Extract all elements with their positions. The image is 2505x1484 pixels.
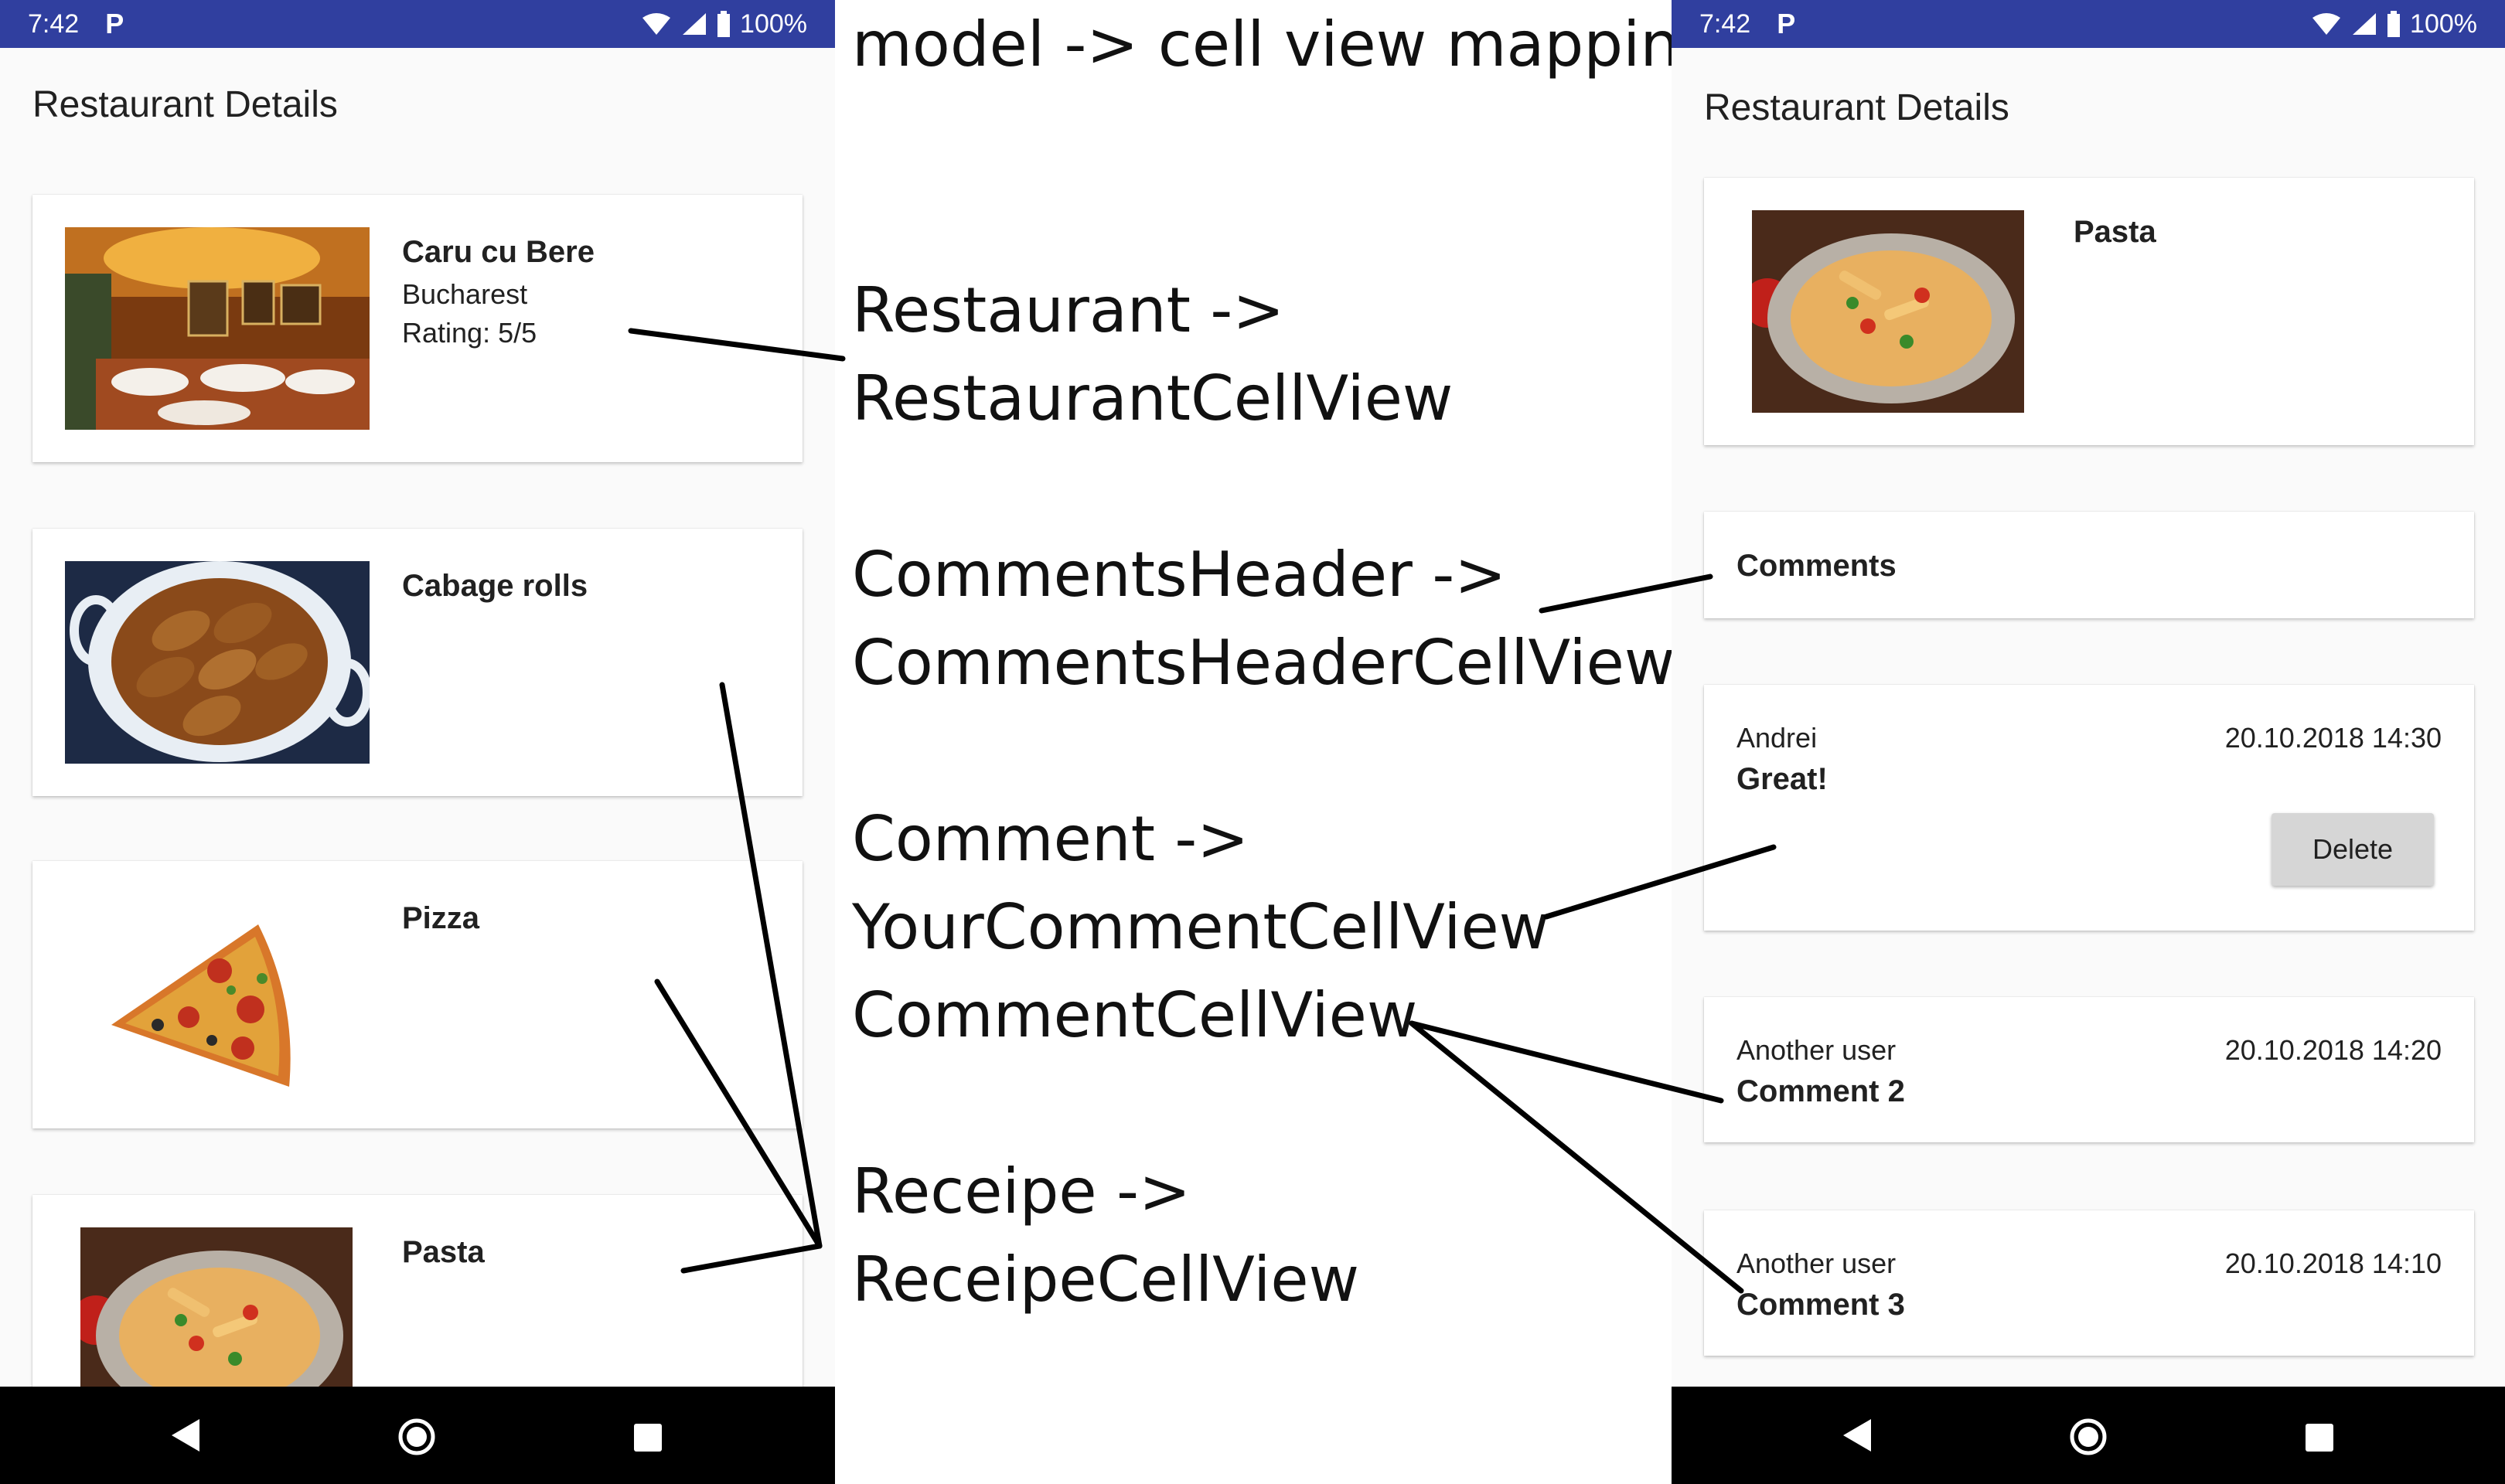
restaurant-card[interactable]: Caru cu Bere Bucharest Rating: 5/5: [32, 195, 803, 462]
annotation-receipe-cellview: ReceipeCellView: [852, 1244, 1360, 1316]
comments-header-card: Comments: [1704, 512, 2474, 618]
comment-card: Another user Comment 2 20.10.2018 14:20: [1704, 997, 2474, 1142]
comment-author: Andrei: [1736, 722, 1818, 754]
comment-text: Comment 3: [1736, 1288, 1905, 1322]
recents-icon[interactable]: [2304, 1422, 2335, 1457]
receipe-name: Pasta: [2074, 215, 2156, 249]
comment-author: Another user: [1736, 1247, 1897, 1279]
back-icon[interactable]: [169, 1418, 203, 1457]
recents-icon[interactable]: [632, 1422, 663, 1457]
comment-text: Great!: [1736, 762, 1828, 796]
comment-date: 20.10.2018 14:30: [2224, 722, 2442, 754]
battery-percent: 100%: [740, 9, 807, 39]
restaurant-image: [65, 227, 370, 430]
signal-icon: [2351, 12, 2377, 36]
right-phone-screen: 7:42 P 100% Restaurant Details Pasta Com…: [1672, 0, 2505, 1484]
left-phone-screen: 7:42 P 100% Restaurant Details Caru cu B…: [0, 0, 835, 1484]
your-comment-card: Andrei Great! 20.10.2018 14:30 Delete: [1704, 685, 2474, 931]
status-time: 7:42: [1699, 9, 1751, 39]
home-icon[interactable]: [2069, 1418, 2108, 1460]
signal-icon: [681, 12, 707, 36]
page-title: Restaurant Details: [32, 84, 338, 125]
annotation-comments-header-cellview: CommentsHeaderCellView: [852, 627, 1675, 699]
receipe-name: Pizza: [402, 901, 480, 935]
comment-date: 20.10.2018 14:20: [2224, 1034, 2442, 1066]
receipe-card-cabbage-rolls[interactable]: Cabage rolls: [32, 529, 803, 796]
status-bar: 7:42 P 100%: [0, 0, 835, 48]
receipe-name: Pasta: [402, 1235, 485, 1269]
annotation-comment-cellview: CommentCellView: [852, 979, 1418, 1051]
wifi-icon: [2311, 12, 2342, 36]
restaurant-name: Caru cu Bere: [402, 235, 595, 269]
comment-author: Another user: [1736, 1034, 1897, 1066]
cabbage-rolls-image: [65, 561, 370, 764]
annotation-your-comment-cellview: YourCommentCellView: [852, 891, 1550, 963]
comment-text: Comment 2: [1736, 1074, 1905, 1108]
navigation-bar: [0, 1387, 835, 1484]
back-icon[interactable]: [1840, 1418, 1874, 1457]
battery-icon: [717, 11, 731, 37]
receipe-card-pasta[interactable]: Pasta: [1704, 178, 2474, 445]
parking-app-icon: P: [105, 8, 124, 39]
page-title: Restaurant Details: [1704, 87, 2009, 128]
home-icon[interactable]: [397, 1418, 436, 1460]
annotation-comment: Comment ->: [852, 803, 1249, 875]
annotation-header: model -> cell view mappings: [852, 9, 1751, 80]
restaurant-city: Bucharest: [402, 278, 528, 310]
status-bar: 7:42 P 100%: [1672, 0, 2505, 48]
comments-header-label: Comments: [1736, 549, 1897, 583]
delete-comment-button[interactable]: Delete: [2272, 813, 2434, 886]
annotation-receipe: Receipe ->: [852, 1156, 1191, 1227]
receipe-card-pizza[interactable]: Pizza: [32, 861, 803, 1128]
restaurant-rating: Rating: 5/5: [402, 317, 537, 349]
comment-card: Another user Comment 3 20.10.2018 14:10: [1704, 1210, 2474, 1356]
battery-percent: 100%: [2410, 9, 2477, 39]
annotation-restaurant: Restaurant ->: [852, 274, 1285, 346]
battery-icon: [2387, 11, 2401, 37]
annotation-comments-header: CommentsHeader ->: [852, 539, 1507, 611]
receipe-name: Cabage rolls: [402, 569, 588, 603]
pasta-image: [1752, 210, 2024, 413]
annotation-restaurant-cellview: RestaurantCellView: [852, 362, 1454, 434]
navigation-bar: [1672, 1387, 2505, 1484]
parking-app-icon: P: [1777, 8, 1796, 39]
comment-date: 20.10.2018 14:10: [2224, 1247, 2442, 1279]
wifi-icon: [641, 12, 672, 36]
status-time: 7:42: [28, 9, 80, 39]
pizza-image: [65, 893, 370, 1096]
